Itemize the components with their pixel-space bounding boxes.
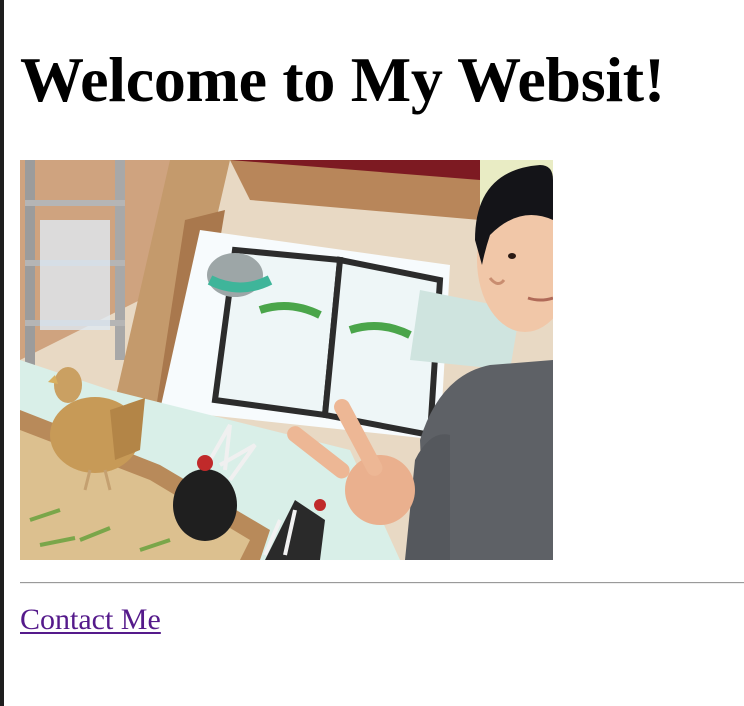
page-title: Welcome to My Websit! [20, 44, 665, 115]
selfie-photo [20, 160, 553, 560]
horizontal-divider [20, 582, 744, 584]
window-edge [0, 0, 4, 706]
contact-me-link[interactable]: Contact Me [20, 602, 161, 638]
